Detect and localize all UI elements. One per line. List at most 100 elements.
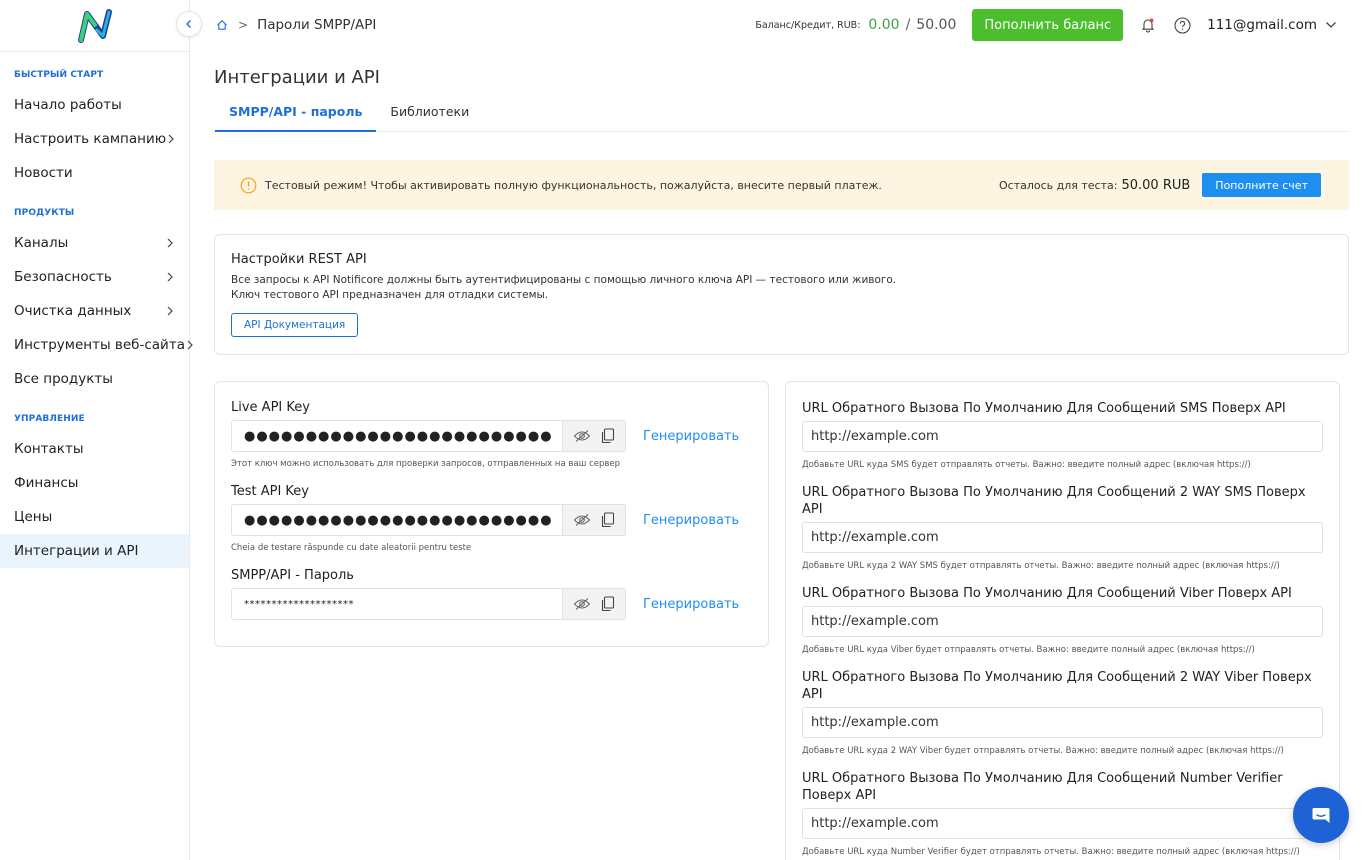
rest-api-settings-card: Настройки REST API Все запросы к API Not… — [214, 234, 1349, 355]
sidebar-item[interactable]: Каналы — [0, 226, 189, 260]
banner-message: Тестовый режим! Чтобы активировать полну… — [265, 178, 882, 192]
home-icon[interactable] — [216, 19, 228, 31]
sidebar-item-label: Инструменты веб-сайта — [14, 337, 185, 353]
sidebar: БЫСТРЫЙ СТАРТ Начало работы Настроить камп… — [0, 0, 193, 860]
callback-url-input[interactable]: http://example.com — [802, 707, 1323, 738]
api-key-tools — [562, 420, 626, 452]
sidebar-item-label: Каналы — [14, 235, 69, 251]
topup-balance-button[interactable]: Пополнить баланс — [972, 9, 1124, 41]
sidebar-item[interactable]: Контакты — [0, 432, 189, 466]
callback-urls-card: URL Обратного Вызова По Умолчанию Для Со… — [785, 381, 1340, 860]
balance-separator: / — [905, 17, 911, 33]
balance-total: 50.00 — [916, 17, 957, 33]
sidebar-item-label: Безопасность — [14, 269, 112, 285]
api-key-input[interactable]: ●●●●●●●●●●●●●●●●●●●●●●●●● — [231, 420, 562, 452]
rest-api-title: Настройки REST API — [231, 252, 367, 267]
api-key-hint: Этот ключ можно использовать для проверк… — [231, 459, 620, 469]
user-menu[interactable]: 111@gmail.com — [1207, 17, 1337, 33]
generate-key-link[interactable]: Генерировать — [643, 597, 739, 612]
chat-widget-button[interactable] — [1293, 787, 1349, 843]
copy-icon[interactable] — [600, 512, 615, 528]
chevron-right-icon — [167, 306, 173, 316]
sidebar-item[interactable]: Безопасность — [0, 260, 189, 294]
callback-url-hint: Добавьте URL куда Viber будет отправлять… — [802, 645, 1255, 655]
rest-api-description-1: Все запросы к API Notificore должны быть… — [231, 274, 897, 286]
callback-url-hint: Добавьте URL куда SMS будет отправлять о… — [802, 460, 1251, 470]
sidebar-item[interactable]: Финансы — [0, 466, 189, 500]
callback-url-hint: Добавьте URL куда Number Verifier будет … — [802, 847, 1300, 857]
api-key-label: Test API Key — [231, 484, 309, 499]
collapse-sidebar-button[interactable] — [176, 11, 202, 37]
api-key-input[interactable]: ●●●●●●●●●●●●●●●●●●●●●●●●● — [231, 504, 562, 536]
api-key-label: SMPP/API - Пароль — [231, 568, 354, 583]
remaining-amount: 50.00 RUB — [1121, 177, 1191, 193]
sidebar-item[interactable]: Интеграции и API — [0, 534, 189, 568]
breadcrumb-separator: > — [238, 18, 249, 32]
tab-libraries[interactable]: Библиотеки — [376, 102, 483, 132]
chevron-right-icon — [168, 134, 174, 144]
callback-url-hint: Добавьте URL куда 2 WAY SMS будет отправ… — [802, 561, 1280, 571]
sidebar-item[interactable]: Цены — [0, 500, 189, 534]
copy-icon[interactable] — [600, 596, 615, 612]
sidebar-section-label: БЫСТРЫЙ СТАРТ — [14, 70, 104, 80]
chevron-right-icon — [187, 340, 193, 350]
api-key-field-group: Test API Key ●●●●●●●●●●●●●●●●●●●●●●●●● Ген… — [231, 483, 752, 555]
eye-off-icon[interactable] — [573, 513, 591, 527]
breadcrumb-current: Пароли SMPP/API — [257, 17, 377, 33]
sidebar-item-label: Цены — [14, 509, 53, 525]
callback-url-label: URL Обратного Вызова По Умолчанию Для Со… — [802, 586, 1292, 601]
generate-key-link[interactable]: Генерировать — [643, 429, 739, 444]
notificore-logo[interactable] — [75, 6, 115, 46]
api-key-field-group: Live API Key ●●●●●●●●●●●●●●●●●●●●●●●●● Ген… — [231, 399, 752, 471]
callback-url-field-group: URL Обратного Вызова По Умолчанию Для Со… — [802, 669, 1323, 756]
user-email: 111@gmail.com — [1207, 17, 1317, 33]
api-key-input[interactable]: ******************** — [231, 588, 562, 620]
eye-off-icon[interactable] — [573, 597, 591, 611]
callback-url-field-group: URL Обратного Вызова По Умолчанию Для Со… — [802, 770, 1323, 857]
generate-key-link[interactable]: Генерировать — [643, 513, 739, 528]
help-icon — [1174, 16, 1191, 34]
tab-smpp-api-password[interactable]: SMPP/API - пароль — [215, 102, 377, 132]
sidebar-section-label: УПРАВЛЕНИЕ — [14, 414, 85, 424]
notifications-button[interactable] — [1139, 16, 1157, 34]
test-mode-banner: Тестовый режим! Чтобы активировать полну… — [214, 160, 1349, 210]
balance-label: Баланс/Кредит, RUB: — [755, 19, 861, 31]
callback-url-label: URL Обратного Вызова По Умолчанию Для Со… — [802, 485, 1306, 517]
sidebar-item[interactable]: Все продукты — [0, 362, 189, 396]
chat-icon — [1312, 808, 1330, 823]
copy-icon[interactable] — [600, 428, 615, 444]
api-key-row: ●●●●●●●●●●●●●●●●●●●●●●●●● Генерировать — [231, 420, 752, 452]
logo-area — [0, 0, 189, 52]
callback-url-input[interactable]: http://example.com — [802, 522, 1323, 553]
api-keys-card: Live API Key ●●●●●●●●●●●●●●●●●●●●●●●●● Ген… — [214, 381, 769, 647]
topup-account-button[interactable]: Пополните счет — [1202, 173, 1321, 197]
sidebar-item[interactable]: Начало работы — [0, 88, 189, 122]
breadcrumb: > Пароли SMPP/API — [216, 17, 376, 33]
chevron-left-icon — [186, 20, 191, 28]
api-key-row: ******************** Генерировать — [231, 588, 752, 620]
api-key-field-group: SMPP/API - Пароль ******************** Ген… — [231, 567, 752, 620]
sidebar-item-label: Начало работы — [14, 97, 122, 113]
api-documentation-button[interactable]: API Документация — [231, 313, 359, 337]
sidebar-item[interactable]: Новости — [0, 156, 189, 190]
eye-off-icon[interactable] — [573, 429, 591, 443]
help-button[interactable] — [1173, 16, 1191, 34]
sidebar-item[interactable]: Настроить кампанию — [0, 122, 189, 156]
sidebar-item[interactable]: Инструменты веб-сайта — [0, 328, 193, 362]
rest-api-description-2: Ключ тестового API предназначен для отла… — [231, 289, 549, 301]
sidebar-item-label: Интеграции и API — [14, 543, 139, 559]
chevron-right-icon — [167, 238, 173, 248]
remaining-label: Осталось для теста: — [998, 178, 1118, 192]
sidebar-item-label: Финансы — [14, 475, 79, 491]
sidebar-section-label: ПРОДУКТЫ — [14, 208, 75, 218]
api-key-label: Live API Key — [231, 400, 310, 415]
callback-url-input[interactable]: http://example.com — [802, 808, 1323, 839]
callback-url-input[interactable]: http://example.com — [802, 606, 1323, 637]
callback-url-field-group: URL Обратного Вызова По Умолчанию Для Со… — [802, 484, 1323, 571]
topbar-right: Баланс/Кредит, RUB: 0.00 / 50.00 Пополни… — [755, 9, 1337, 41]
main-content: Интеграции и API SMPP/API - пароль Библи… — [214, 50, 1349, 860]
callback-url-input[interactable]: http://example.com — [802, 421, 1323, 452]
sidebar-item[interactable]: Очистка данных — [0, 294, 189, 328]
topbar: > Пароли SMPP/API Баланс/Кредит, RUB: 0.… — [191, 0, 1363, 50]
api-key-hint: Cheia de testare răspunde cu date aleato… — [231, 543, 472, 553]
